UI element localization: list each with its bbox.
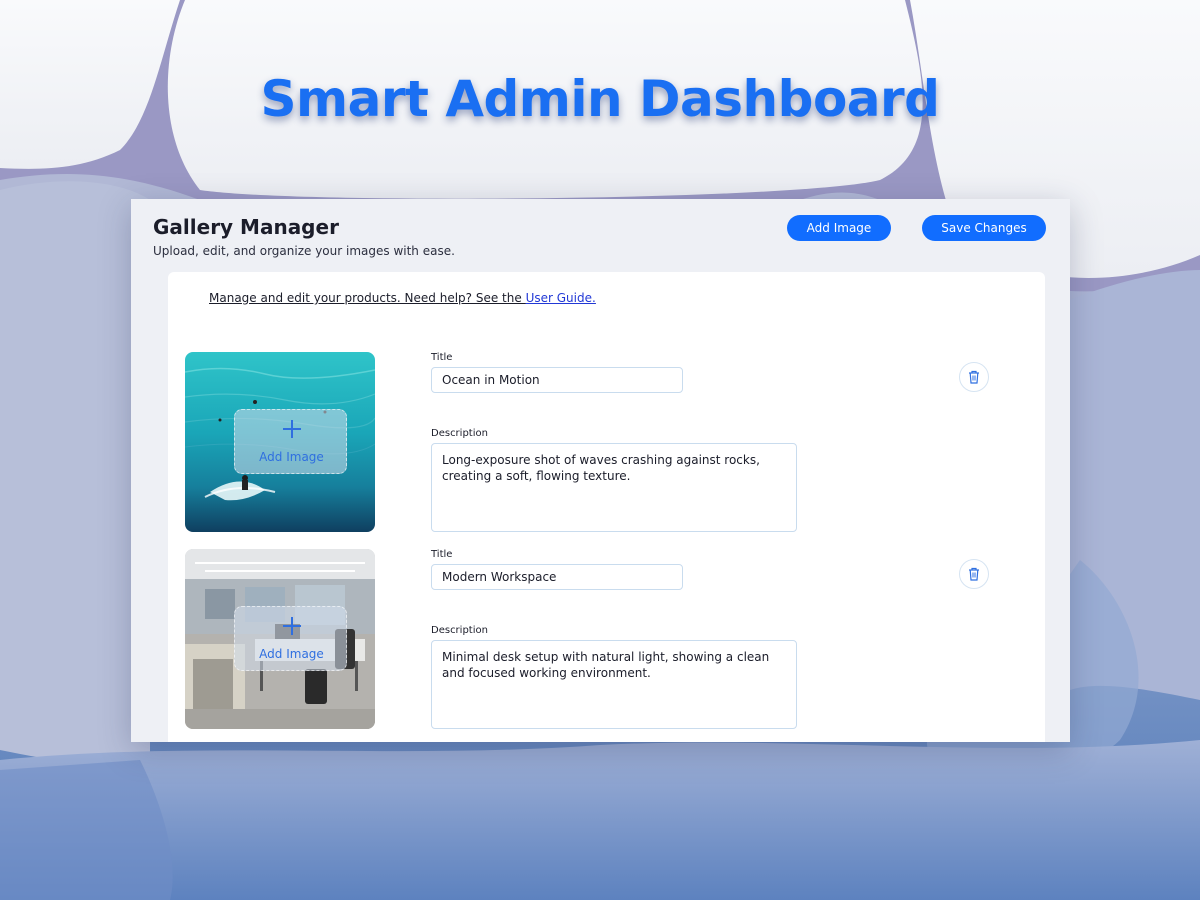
gallery-item: Add Image Title Description Minimal desk… [185,549,1025,729]
plus-icon [283,617,301,635]
title-input[interactable] [431,367,683,393]
add-image-overlay-label: Add Image [259,450,324,464]
description-input[interactable]: Minimal desk setup with natural light, s… [431,640,797,729]
title-input[interactable] [431,564,683,590]
user-guide-link[interactable]: User Guide. [526,291,596,305]
promo-background: Smart Admin Dashboard Gallery Manager Up… [0,0,1200,900]
add-image-overlay-label: Add Image [259,647,324,661]
description-label: Description [431,428,488,439]
description-input[interactable]: Long-exposure shot of waves crashing aga… [431,443,797,532]
trash-icon [969,370,979,384]
help-text: Manage and edit your products. Need help… [209,291,596,305]
title-label: Title [431,549,453,560]
delete-item-button[interactable] [959,362,989,392]
page-title: Gallery Manager [153,215,339,239]
description-label: Description [431,625,488,636]
office-workspace-photo: Add Image [185,549,375,729]
help-message: Manage and edit your products. Need help… [209,291,526,305]
title-label: Title [431,352,453,363]
page-subtitle: Upload, edit, and organize your images w… [153,244,455,258]
trash-icon [969,567,979,581]
add-image-overlay[interactable]: Add Image [234,409,347,474]
delete-item-button[interactable] [959,559,989,589]
plus-icon [283,420,301,438]
promo-headline: Smart Admin Dashboard [260,70,940,128]
save-changes-button[interactable]: Save Changes [922,215,1046,241]
add-image-overlay[interactable]: Add Image [234,606,347,671]
gallery-item: Add Image Title Description Long-exposur… [185,352,1025,532]
add-image-button[interactable]: Add Image [787,215,891,241]
ocean-surfer-photo: Add Image [185,352,375,532]
gallery-manager-window: Gallery Manager Upload, edit, and organi… [131,199,1070,742]
gallery-panel: Manage and edit your products. Need help… [168,272,1045,742]
